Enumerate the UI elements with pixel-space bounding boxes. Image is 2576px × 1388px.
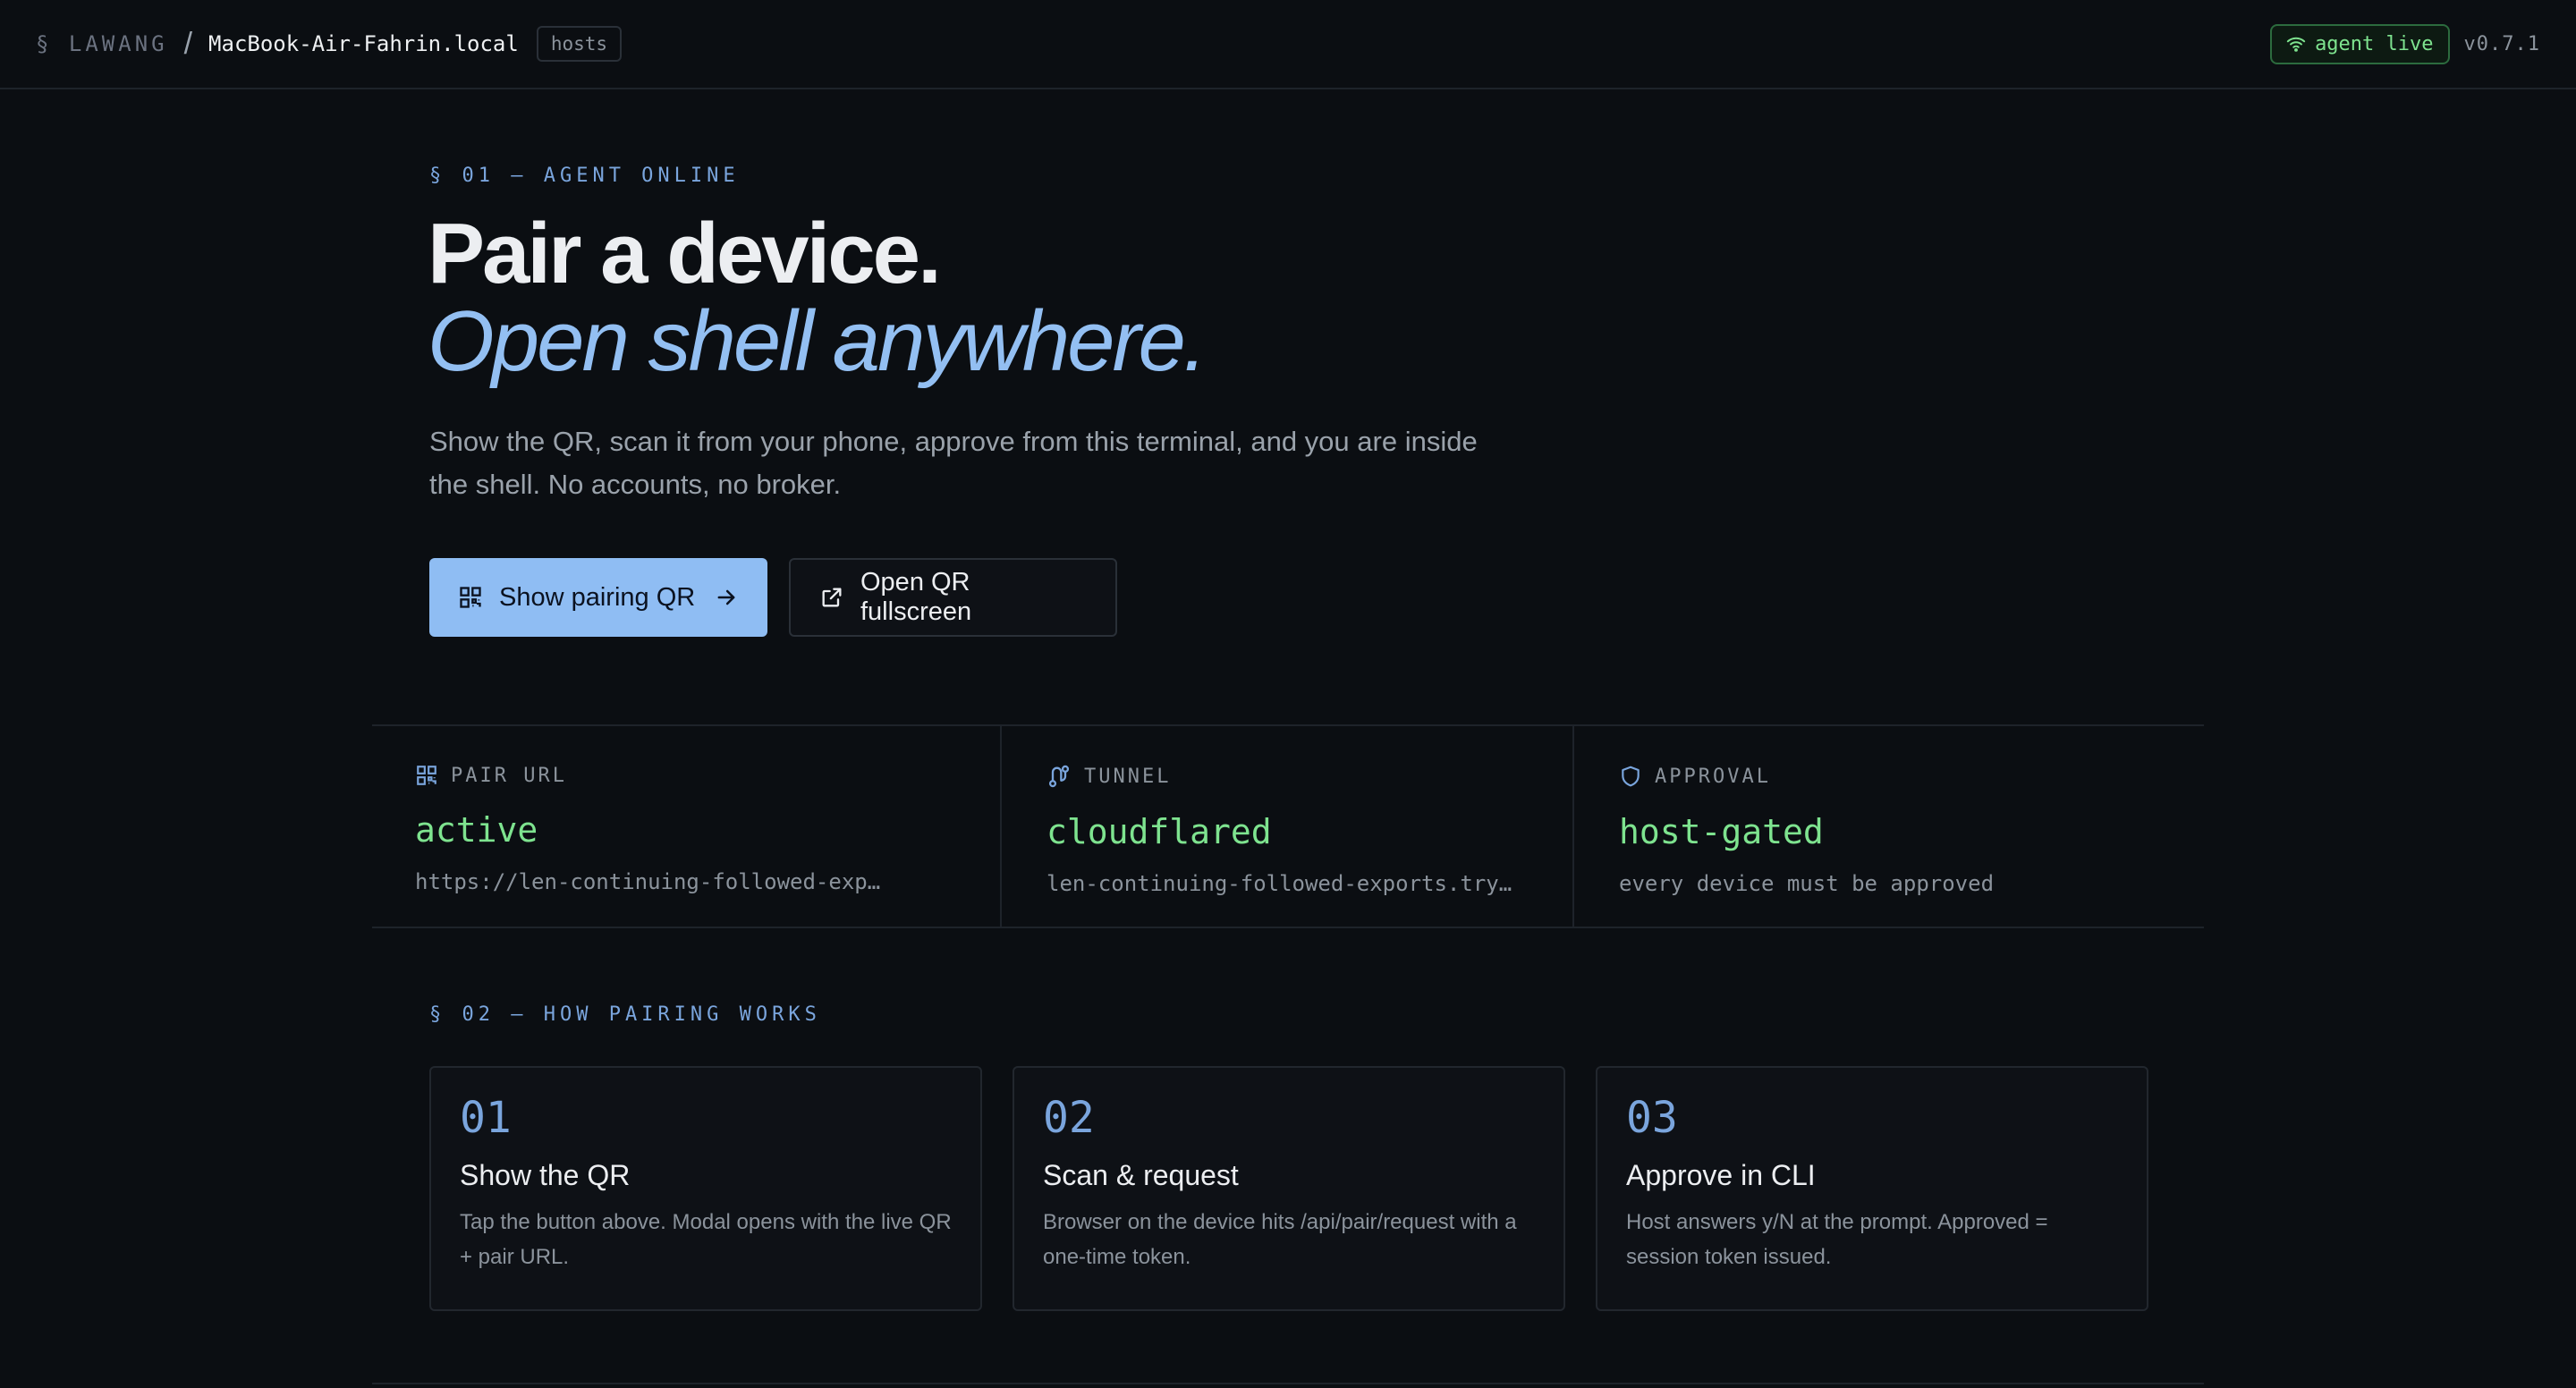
open-qr-fullscreen-button[interactable]: Open QR fullscreen [789, 558, 1117, 637]
stat-subtext: every device must be approved [1619, 871, 1995, 896]
stat-label-row: APPROVAL [1619, 764, 2204, 789]
hosts-tag[interactable]: hosts [536, 26, 623, 62]
brand-label[interactable]: § LAWANG [36, 31, 168, 56]
stat-label: APPROVAL [1655, 765, 1771, 788]
status-strip: PAIR URL active https://len-continuing-f… [372, 724, 2204, 928]
pair-url-link[interactable]: https://len-continuing-followed-exp… [415, 869, 887, 894]
tunnel-host: len-continuing-followed-exports.tryc… [1046, 871, 1519, 896]
qr-code-icon [415, 764, 438, 787]
hostname[interactable]: MacBook-Air-Fahrin.local [208, 31, 519, 56]
section-eyebrow-how-pairing: § 02 — HOW PAIRING WORKS [429, 1003, 821, 1026]
stat-value: cloudflared [1046, 812, 1272, 851]
open-qr-fullscreen-label: Open QR fullscreen [860, 568, 972, 626]
stat-tunnel: TUNNEL cloudflared len-continuing-follow… [1000, 726, 1572, 927]
shield-icon [1619, 764, 1642, 789]
stat-approval: APPROVAL host-gated every device must be… [1572, 726, 2204, 927]
step-description: Browser on the device hits /api/pair/req… [1043, 1210, 1517, 1269]
stat-value: active [415, 810, 538, 850]
route-icon [1046, 764, 1072, 789]
stat-label: PAIR URL [451, 764, 567, 787]
stat-label-row: TUNNEL [1046, 764, 1572, 789]
stat-value: host-gated [1619, 812, 1824, 851]
top-bar: § LAWANG / MacBook-Air-Fahrin.local host… [0, 0, 2576, 89]
qr-code-icon [458, 585, 483, 610]
step-title: Scan & request [1043, 1159, 1239, 1191]
step-card: 03 Approve in CLI Host answers y/N at th… [1596, 1066, 2148, 1311]
pairing-steps: 01 Show the QR Tap the button above. Mod… [429, 1066, 2148, 1311]
step-description: Host answers y/N at the prompt. Approved… [1626, 1210, 2048, 1269]
agent-status-badge: agent live [2270, 23, 2450, 64]
hero-description: Show the QR, scan it from your phone, ap… [429, 426, 1478, 500]
breadcrumb: § LAWANG / MacBook-Air-Fahrin.local [36, 27, 519, 62]
step-number: 02 [1043, 1093, 1095, 1143]
step-card: 01 Show the QR Tap the button above. Mod… [429, 1066, 982, 1311]
section-divider [372, 1383, 2204, 1384]
show-pairing-qr-button[interactable]: Show pairing QR [429, 558, 767, 637]
step-card: 02 Scan & request Browser on the device … [1013, 1066, 1565, 1311]
agent-status-text: agent live [2315, 32, 2434, 55]
wifi-icon [2286, 34, 2306, 54]
show-pairing-qr-label: Show pairing QR [499, 582, 696, 612]
page-subtitle: Open shell anywhere. [428, 293, 1208, 389]
step-title: Approve in CLI [1626, 1159, 1816, 1191]
step-number: 01 [460, 1093, 512, 1143]
step-title: Show the QR [460, 1159, 631, 1191]
breadcrumb-separator: / [183, 26, 193, 61]
stat-pair-url: PAIR URL active https://len-continuing-f… [372, 726, 1000, 927]
arrow-right-icon [714, 585, 739, 610]
page-title: Pair a device. [428, 206, 942, 301]
stat-label: TUNNEL [1084, 765, 1172, 788]
stat-label-row: PAIR URL [415, 764, 1000, 787]
top-bar-right: agent live v0.7.1 [2270, 23, 2540, 64]
section-eyebrow-agent-online: § 01 — AGENT ONLINE [429, 165, 740, 187]
external-link-icon [819, 585, 844, 610]
step-number: 03 [1626, 1093, 1678, 1143]
version-label: v0.7.1 [2463, 32, 2540, 55]
step-description: Tap the button above. Modal opens with t… [460, 1210, 952, 1269]
